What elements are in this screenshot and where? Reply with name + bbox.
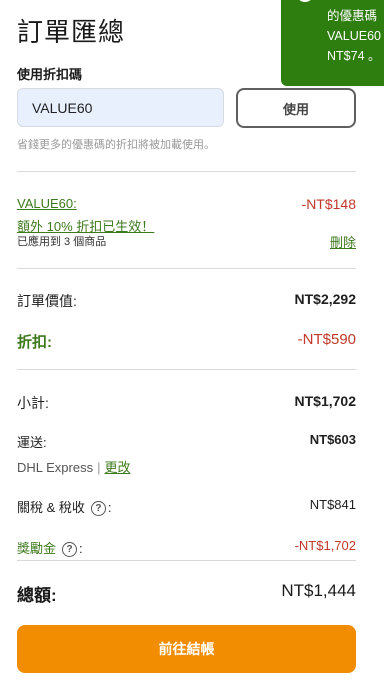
order-value: NT$2,292 <box>294 291 356 307</box>
divider <box>17 560 356 561</box>
shipping-label: 運送: <box>17 435 47 450</box>
carrier-separator: | <box>97 460 101 475</box>
shipping-carrier: DHL Express | 更改 <box>17 457 131 476</box>
help-icon[interactable]: ? <box>90 501 106 517</box>
rewards-label: 獎勵金 <box>17 541 57 556</box>
promo-code-input[interactable] <box>17 88 224 127</box>
tax-colon: : <box>107 500 112 515</box>
help-icon[interactable]: ? <box>62 542 78 558</box>
subtotal-value: NT$1,702 <box>294 393 356 409</box>
shipping-value: NT$603 <box>309 432 356 447</box>
rewards-colon: : <box>79 541 83 556</box>
apply-promo-button[interactable]: 使用 <box>236 88 356 128</box>
total-label: 總額: <box>17 586 57 605</box>
checkout-button[interactable]: 前往結帳 <box>17 625 356 673</box>
rewards-row: 獎勵金?: <box>17 538 83 558</box>
toast-message: VALUE60 的優惠碼 VALUE60 NT$74 。 <box>327 0 381 63</box>
divider <box>17 369 356 370</box>
tax-row: 關稅 & 稅收?: <box>17 497 112 517</box>
discount-value: -NT$590 <box>297 331 356 348</box>
tax-value: NT$841 <box>309 497 356 512</box>
subtotal-label: 小計: <box>17 395 49 411</box>
change-shipping-link[interactable]: 更改 <box>105 460 131 475</box>
total-value: NT$1,444 <box>281 581 356 600</box>
divider <box>17 171 356 172</box>
page-title: 訂單匯總 <box>17 17 126 47</box>
applied-coupon-amount: -NT$148 <box>301 196 356 212</box>
tax-label: 關稅 & 稅收 <box>17 500 85 515</box>
rewards-value: -NT$1,702 <box>294 538 356 553</box>
discount-label: 折扣: <box>17 334 52 351</box>
divider <box>17 268 356 269</box>
order-value-label: 訂單價值: <box>17 293 77 309</box>
carrier-name: DHL Express <box>17 460 94 475</box>
toast-notification: VALUE60 的優惠碼 VALUE60 NT$74 。 <box>281 0 384 86</box>
check-circle-icon <box>296 0 314 2</box>
promo-hint: 省錢更多的優惠碼的折扣將被加載使用。 <box>17 139 215 151</box>
remove-coupon-link[interactable]: 刪除 <box>330 232 356 251</box>
applied-coupon-code: VALUE60: <box>17 196 77 211</box>
promo-code-label: 使用折扣碼 <box>17 67 83 82</box>
coupon-applied-count: 已應用到 3 個商品 <box>17 236 107 248</box>
